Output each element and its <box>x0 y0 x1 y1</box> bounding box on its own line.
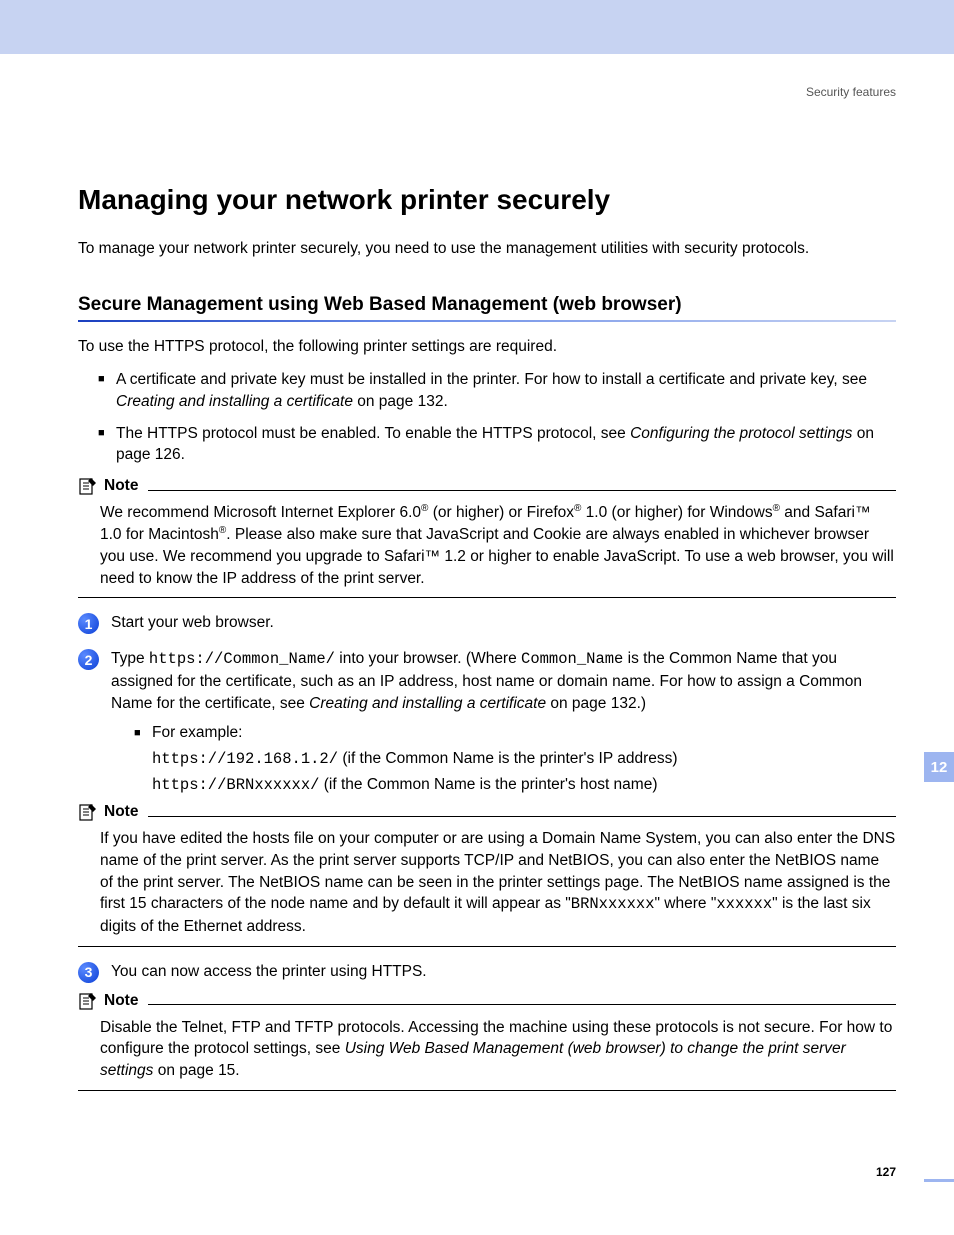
ref-italic: Configuring the protocol settings <box>630 425 852 442</box>
step-text: You can now access the printer using HTT… <box>111 961 896 983</box>
note-body: Disable the Telnet, FTP and TFTP protoco… <box>100 1017 896 1082</box>
note-label: Note <box>104 992 138 1010</box>
list-item: The HTTPS protocol must be enabled. To e… <box>98 423 896 466</box>
example-line: https://BRNxxxxxx/ (if the Common Name i… <box>152 776 896 794</box>
text: on page 132. <box>353 393 448 410</box>
note-rule <box>78 1090 896 1091</box>
note-icon <box>78 802 98 822</box>
heading-rule <box>78 320 896 322</box>
code-text: xxxxxx <box>716 895 772 913</box>
code-text: Common_Name <box>521 650 623 668</box>
note-rule <box>148 816 896 817</box>
text: The HTTPS protocol must be enabled. To e… <box>116 425 630 442</box>
step-row: 3 You can now access the printer using H… <box>78 961 896 983</box>
example-line: https://192.168.1.2/ (if the Common Name… <box>152 750 896 768</box>
code-text: https://Common_Name/ <box>149 650 335 668</box>
note-body: If you have edited the hosts file on you… <box>100 828 896 937</box>
note-block: Note Disable the Telnet, FTP and TFTP pr… <box>78 991 896 1091</box>
step-row: 2 Type https://Common_Name/ into your br… <box>78 648 896 714</box>
chapter-tab: 12 <box>924 752 954 782</box>
note-rule <box>148 490 896 491</box>
step-number-badge: 3 <box>78 962 99 983</box>
step-text: Start your web browser. <box>111 612 896 634</box>
note-body: We recommend Microsoft Internet Explorer… <box>100 502 896 589</box>
top-band <box>0 0 954 54</box>
ref-italic: Creating and installing a certificate <box>309 695 546 712</box>
note-label: Note <box>104 803 138 821</box>
code-text: https://192.168.1.2/ <box>152 750 338 768</box>
step-number-badge: 2 <box>78 649 99 670</box>
note-icon <box>78 991 98 1011</box>
requirements-list: A certificate and private key must be in… <box>98 369 896 466</box>
code-text: BRNxxxxxx <box>571 895 655 913</box>
page-title: Managing your network printer securely <box>78 184 896 216</box>
note-block: Note If you have edited the hosts file o… <box>78 802 896 946</box>
example-label: For example: <box>134 724 896 742</box>
example-block: For example: <box>134 724 896 742</box>
list-item: A certificate and private key must be in… <box>98 369 896 412</box>
code-text: https://BRNxxxxxx/ <box>152 776 319 794</box>
https-intro: To use the HTTPS protocol, the following… <box>78 336 896 358</box>
step-text: Type https://Common_Name/ into your brow… <box>111 648 896 714</box>
note-block: Note We recommend Microsoft Internet Exp… <box>78 476 896 598</box>
page-number-accent <box>924 1179 954 1182</box>
section-heading: Secure Management using Web Based Manage… <box>78 294 896 316</box>
page-content: Managing your network printer securely T… <box>0 54 954 1091</box>
step-number-badge: 1 <box>78 613 99 634</box>
note-rule <box>148 1004 896 1005</box>
step-row: 1 Start your web browser. <box>78 612 896 634</box>
ref-italic: Creating and installing a certificate <box>116 393 353 410</box>
note-label: Note <box>104 477 138 495</box>
header-section-label: Security features <box>806 85 896 99</box>
page-number: 127 <box>876 1165 896 1179</box>
intro-paragraph: To manage your network printer securely,… <box>78 238 896 260</box>
note-rule <box>78 597 896 598</box>
text: A certificate and private key must be in… <box>116 371 867 388</box>
note-icon <box>78 476 98 496</box>
note-rule <box>78 946 896 947</box>
